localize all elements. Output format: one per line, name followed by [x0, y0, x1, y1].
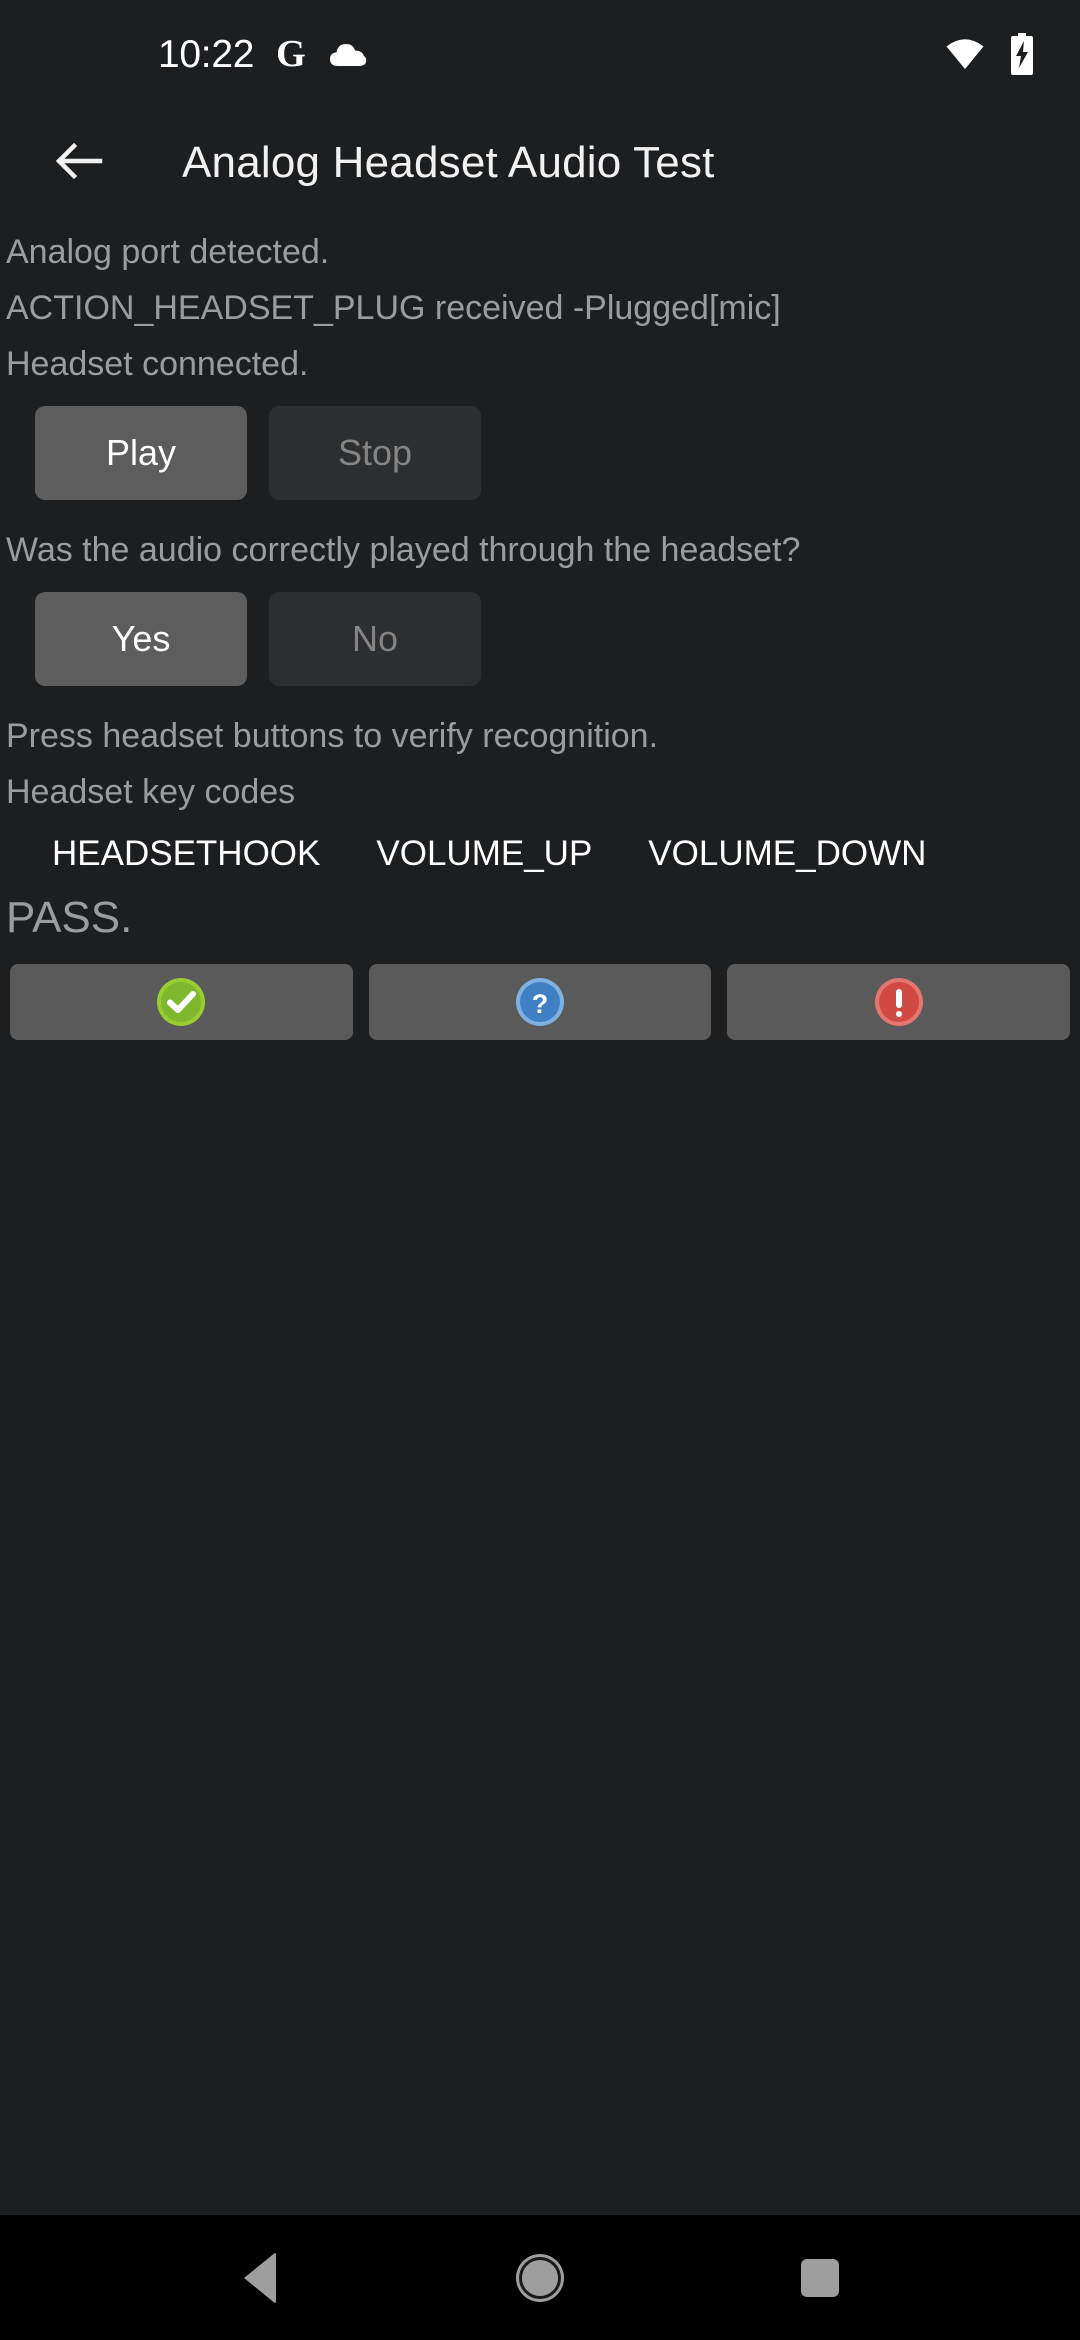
- system-nav-bar: [0, 2215, 1080, 2340]
- status-log: Analog port detected. ACTION_HEADSET_PLU…: [0, 218, 1080, 392]
- answer-button-row: Yes No: [0, 592, 1080, 686]
- nav-back-icon: [244, 2251, 276, 2304]
- playback-button-row: Play Stop: [0, 406, 1080, 500]
- keycode-item: VOLUME_DOWN: [648, 834, 927, 873]
- exclamation-circle-icon: [873, 976, 925, 1028]
- action-bar: ?: [0, 964, 1080, 1040]
- status-log-line: Analog port detected.: [6, 233, 330, 271]
- status-log-line: ACTION_HEADSET_PLUG received -Plugged[mi…: [6, 289, 781, 327]
- cloud-icon: [328, 39, 368, 69]
- keycode-row: HEADSETHOOK VOLUME_UP VOLUME_DOWN: [0, 826, 1080, 882]
- nav-recents-button[interactable]: [760, 2233, 880, 2323]
- press-hint: Press headset buttons to verify recognit…: [6, 717, 659, 755]
- status-bar: 10:22 G: [0, 0, 1080, 108]
- page-title: Analog Headset Audio Test: [182, 138, 715, 187]
- nav-home-icon: [519, 2256, 561, 2299]
- test-content: Analog port detected. ACTION_HEADSET_PLU…: [0, 218, 1080, 2215]
- no-button: No: [269, 592, 481, 686]
- question-circle-icon: ?: [514, 976, 566, 1028]
- verdict-text: PASS.: [6, 893, 133, 942]
- status-log-line: Headset connected.: [6, 345, 309, 383]
- status-clock: 10:22: [158, 32, 255, 76]
- stop-button: Stop: [269, 406, 481, 500]
- nav-back-button[interactable]: [200, 2233, 320, 2323]
- nav-recents-icon: [801, 2258, 839, 2297]
- status-bar-left: 10:22 G: [158, 0, 368, 108]
- google-icon: G: [276, 33, 306, 75]
- fail-button[interactable]: [727, 964, 1071, 1040]
- svg-text:?: ?: [532, 989, 549, 1019]
- app-bar: Analog Headset Audio Test: [0, 108, 1080, 218]
- nav-home-button[interactable]: [480, 2233, 600, 2323]
- audio-question: Was the audio correctly played through t…: [6, 531, 801, 569]
- back-button[interactable]: [52, 135, 104, 192]
- pass-button[interactable]: [10, 964, 353, 1040]
- keycode-item: HEADSETHOOK: [52, 834, 321, 873]
- check-circle-icon: [155, 976, 207, 1028]
- phone-screen: 10:22 G Analog Headset Audio Test Analog…: [0, 0, 1080, 2340]
- yes-button[interactable]: Yes: [35, 592, 247, 686]
- wifi-icon: [944, 33, 986, 75]
- play-button[interactable]: Play: [35, 406, 247, 500]
- keycodes-title: Headset key codes: [6, 773, 296, 811]
- keycode-item: VOLUME_UP: [376, 834, 593, 873]
- battery-charging-icon: [1008, 33, 1036, 75]
- info-button[interactable]: ?: [368, 964, 712, 1040]
- status-bar-right: [944, 0, 1036, 108]
